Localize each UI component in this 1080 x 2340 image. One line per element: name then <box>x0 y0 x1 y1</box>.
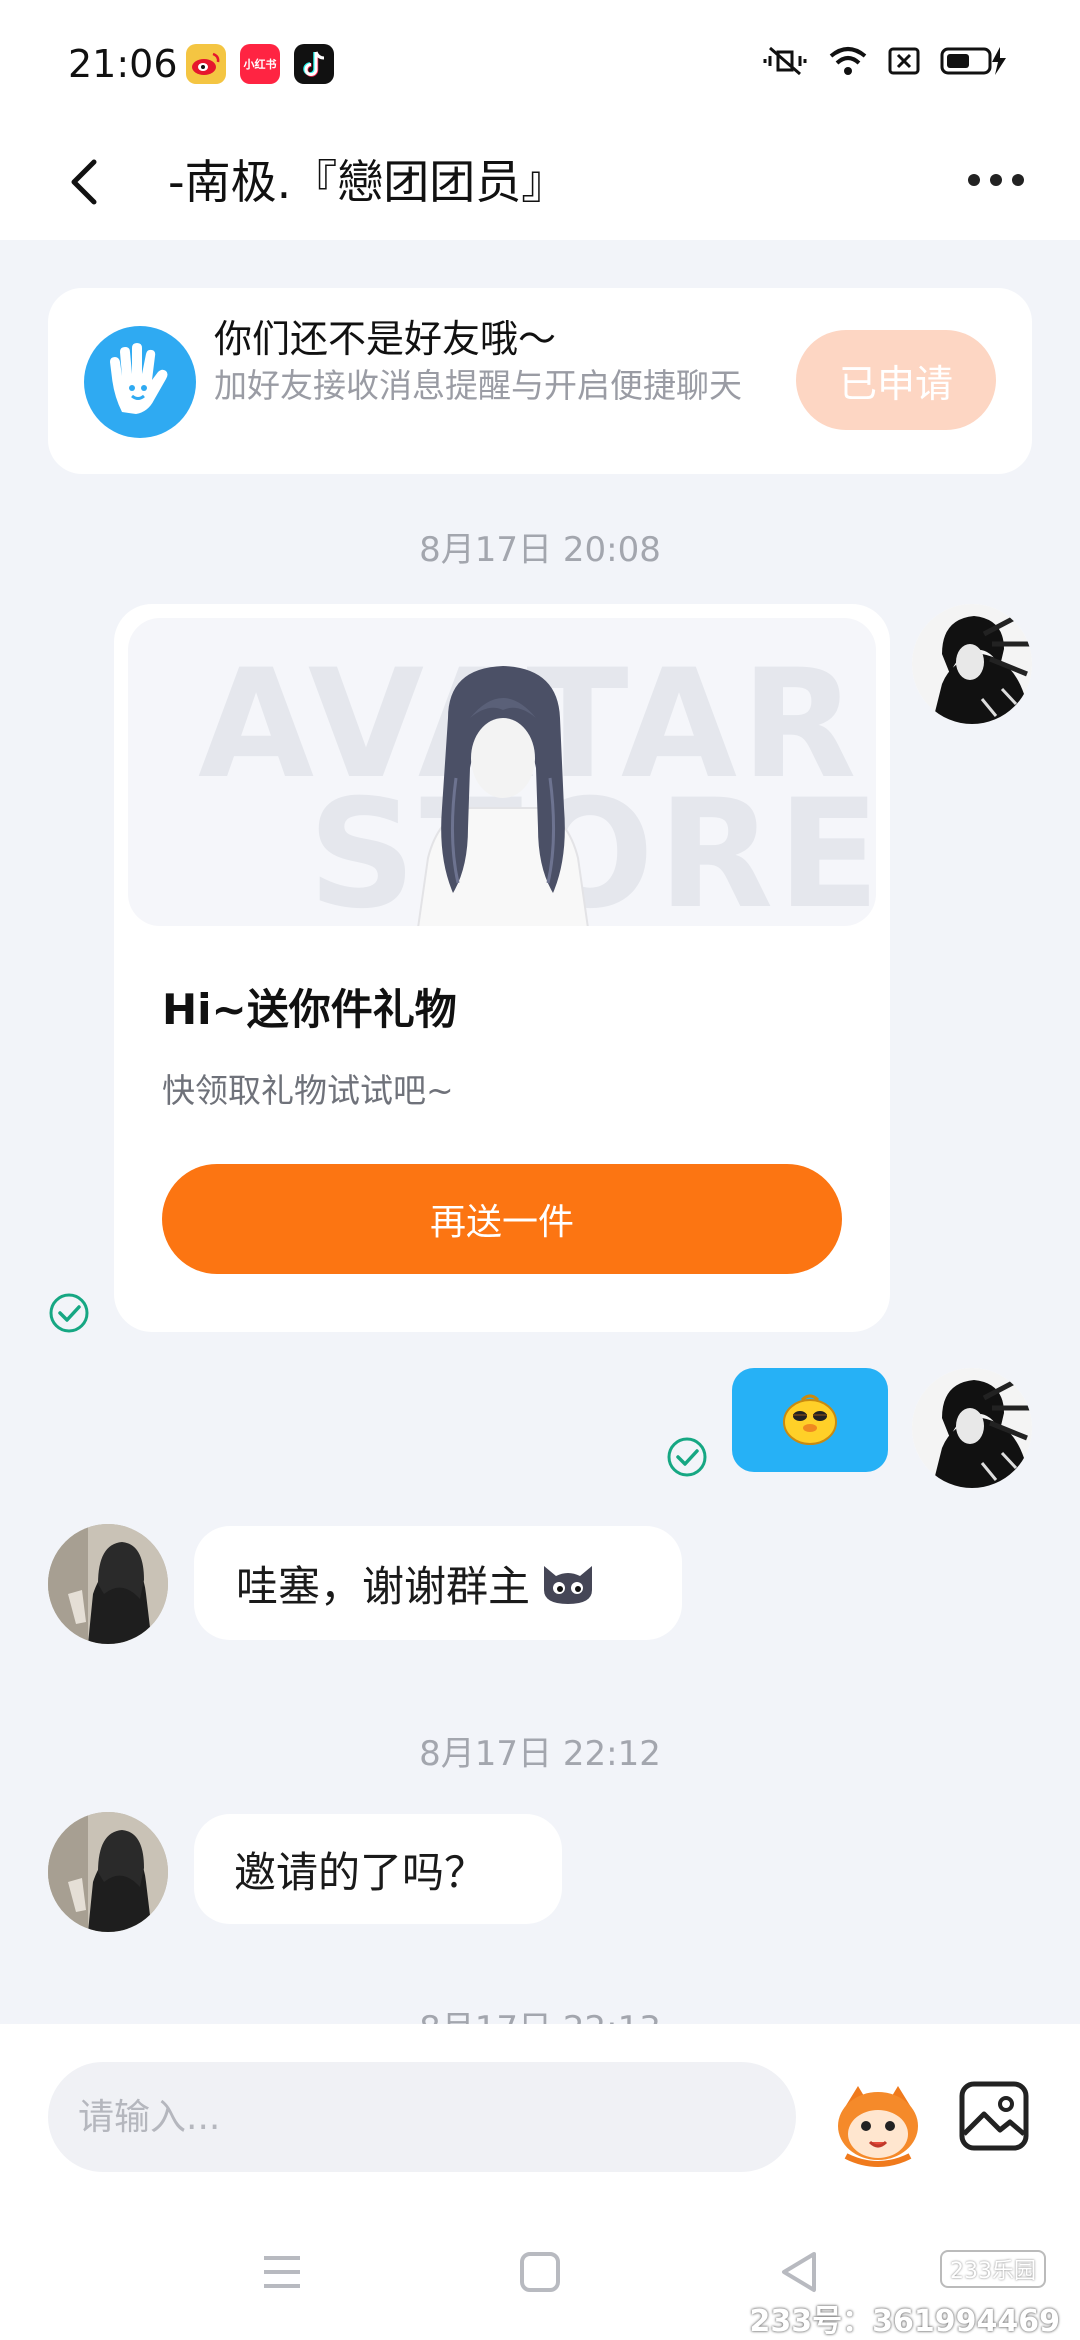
back-triangle-icon <box>782 2252 816 2292</box>
cat-sticker-icon <box>544 1566 593 1604</box>
gift-card-message[interactable]: AVATAR STORE Hi~送你件礼物 快领取礼物试试吧~ 再送一件 <box>114 604 890 1332</box>
status-time: 21:06 <box>68 42 178 86</box>
outgoing-sticker-message[interactable] <box>732 1368 888 1472</box>
menu-icon <box>264 2256 300 2288</box>
more-dot-icon <box>968 174 980 186</box>
status-system-icons <box>762 44 1008 78</box>
message-text: 邀请的了吗？ <box>234 1847 487 1897</box>
notice-title: 你们还不是好友哦～ <box>214 317 557 361</box>
site-watermark-text: 233号：361994469 <box>749 2304 1061 2339</box>
my-avatar[interactable] <box>912 1368 1032 1488</box>
message-text: 哇塞，谢谢群主 <box>236 1561 531 1611</box>
read-check-icon <box>49 1293 89 1333</box>
image-picker-button[interactable] <box>954 2076 1034 2156</box>
weibo-icon <box>186 44 226 84</box>
sender-avatar[interactable] <box>48 1812 168 1932</box>
hairstyle-item-image <box>417 666 589 926</box>
more-dot-icon <box>1012 174 1024 186</box>
message-timestamp: 8月17日 22:12 <box>419 1734 661 1774</box>
nav-home-button[interactable] <box>510 2246 570 2298</box>
wifi-icon <box>829 47 867 75</box>
more-dot-icon <box>990 174 1002 186</box>
gift-subtitle: 快领取礼物试试吧~ <box>162 1071 454 1110</box>
mute-vibrate-icon <box>763 46 807 76</box>
message-timestamp: 8月17日 20:08 <box>419 530 661 570</box>
home-square-icon <box>520 2252 560 2292</box>
gift-preview-image: AVATAR STORE <box>128 618 876 926</box>
nav-menu-button[interactable] <box>252 2246 312 2298</box>
more-options-button[interactable] <box>956 150 1036 210</box>
battery-icon <box>940 47 1006 75</box>
emoji-mascot-icon <box>838 2086 918 2167</box>
sender-avatar[interactable] <box>48 1524 168 1644</box>
image-icon <box>959 2081 1029 2151</box>
xiaohongshu-icon: 小红书 <box>240 44 280 84</box>
not-friends-notice: 你们还不是好友哦～ 加好友接收消息提醒与开启便捷聊天 已申请 <box>48 288 1032 474</box>
nav-back-button[interactable] <box>770 2246 830 2298</box>
back-button[interactable] <box>56 140 136 220</box>
send-another-gift-button[interactable]: 再送一件 <box>162 1164 842 1274</box>
applied-friend-request-button[interactable]: 已申请 <box>796 330 996 430</box>
status-bar: 21:06 小红书 <box>0 0 1080 120</box>
chat-title: -南极.『戀团团员』 <box>168 155 568 209</box>
my-avatar[interactable] <box>912 604 1032 724</box>
waving-hand-icon <box>84 326 196 438</box>
sim-off-icon <box>888 47 920 75</box>
gift-title: Hi~送你件礼物 <box>162 985 457 1034</box>
read-check-icon <box>667 1437 707 1477</box>
incoming-message-bubble[interactable]: 邀请的了吗？ <box>194 1814 562 1924</box>
message-input[interactable] <box>48 2062 796 2172</box>
back-arrow-icon <box>71 159 97 205</box>
status-app-icons: 小红书 <box>186 44 334 84</box>
message-input-bar <box>0 2024 1080 2200</box>
yellow-chick-sticker-icon <box>783 1394 837 1445</box>
douyin-icon <box>294 44 334 84</box>
site-watermark-logo: 233乐园 <box>940 2250 1046 2288</box>
emoji-button[interactable] <box>830 2072 926 2168</box>
notice-subtitle: 加好友接收消息提醒与开启便捷聊天 <box>214 366 742 405</box>
message-timestamp-partial: 8月17日 22:13 <box>0 2012 1080 2024</box>
incoming-message-bubble[interactable]: 哇塞，谢谢群主 <box>194 1526 682 1640</box>
chat-header: -南极.『戀团团员』 <box>0 120 1080 240</box>
